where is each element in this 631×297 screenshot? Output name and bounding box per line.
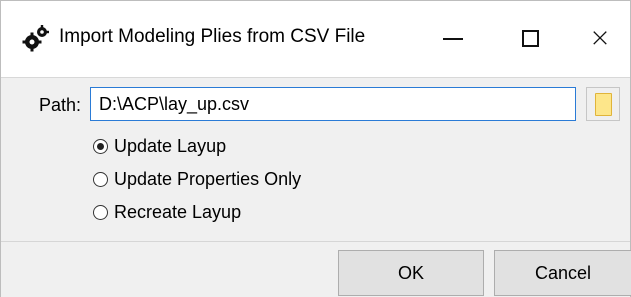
radio-recreate-layup[interactable]: Recreate Layup (93, 202, 241, 223)
close-button[interactable]: × (574, 15, 626, 61)
minimize-icon (443, 38, 463, 40)
browse-button[interactable] (586, 87, 620, 121)
radio-button[interactable] (93, 205, 108, 220)
cancel-button[interactable]: Cancel (494, 250, 631, 296)
button-bar: OK Cancel (1, 241, 631, 297)
radio-label: Update Layup (114, 136, 227, 156)
title-bar[interactable]: Import Modeling Plies from CSV File × (1, 1, 630, 77)
maximize-button[interactable] (504, 15, 556, 61)
radio-button[interactable] (93, 172, 108, 187)
window-title: Import Modeling Plies from CSV File (59, 26, 366, 47)
radio-button-selected[interactable] (93, 139, 108, 154)
maximize-icon (521, 29, 539, 47)
minimize-button[interactable] (427, 15, 479, 61)
folder-icon (594, 92, 612, 116)
radio-label: Update Properties Only (114, 169, 302, 189)
radio-update-layup[interactable]: Update Layup (93, 136, 226, 157)
dialog-body: Path: Update Layup Update Properties Onl… (1, 77, 630, 242)
close-icon: × (589, 23, 611, 53)
path-input[interactable] (90, 87, 576, 121)
ok-button[interactable]: OK (338, 250, 484, 296)
radio-dot-icon (97, 143, 104, 150)
path-label: Path: (39, 95, 82, 115)
radio-update-properties-only[interactable]: Update Properties Only (93, 169, 301, 190)
import-dialog: Import Modeling Plies from CSV File × Pa… (0, 0, 631, 297)
gear-cluster-icon (22, 25, 49, 52)
radio-label: Recreate Layup (114, 202, 242, 222)
